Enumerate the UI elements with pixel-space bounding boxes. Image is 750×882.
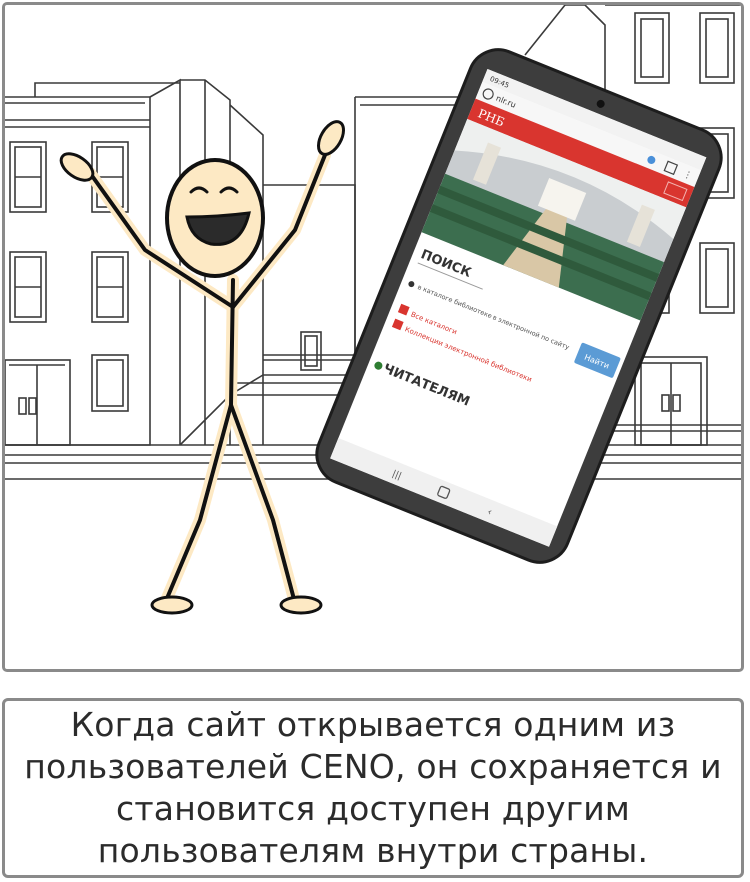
street-scene: 09:45 nlr.ru ⋮ РНБ ПОИСК в каталоге библ… bbox=[5, 5, 741, 615]
caption-box: Когда сайт открывается одним из пользова… bbox=[2, 698, 744, 878]
caption-text: Когда сайт открывается одним из пользова… bbox=[24, 705, 722, 870]
smartphone: 09:45 nlr.ru ⋮ РНБ ПОИСК в каталоге библ… bbox=[315, 48, 723, 564]
comic-panel: 09:45 nlr.ru ⋮ РНБ ПОИСК в каталоге библ… bbox=[2, 2, 744, 672]
